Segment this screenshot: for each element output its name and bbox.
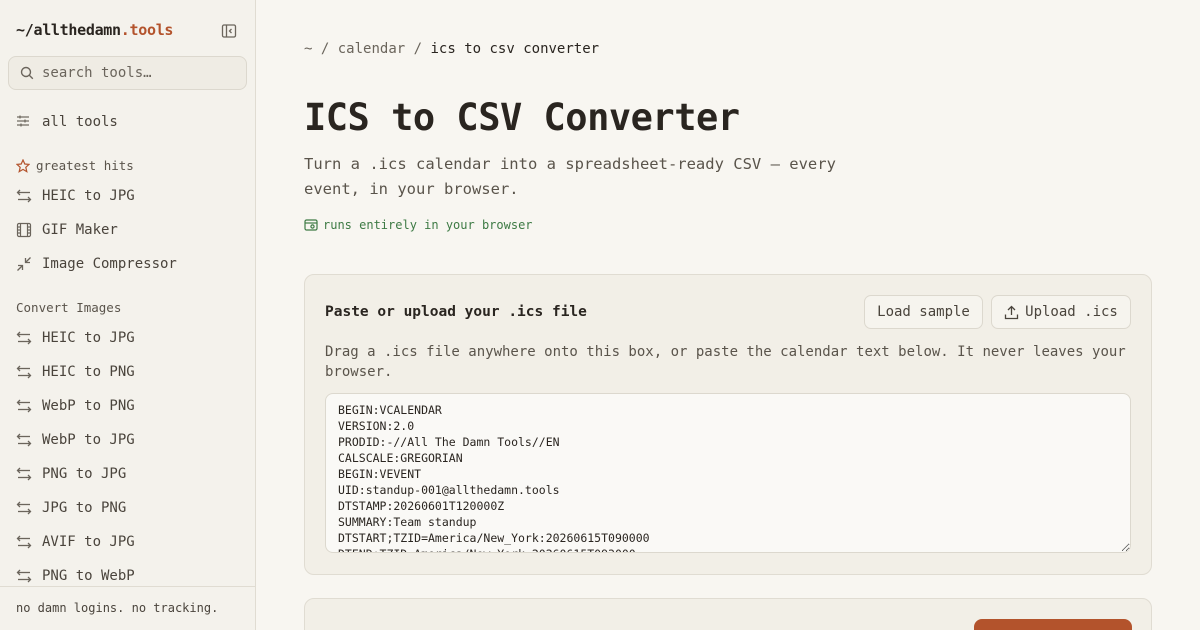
nav-heic-to-jpg[interactable]: HEIC to JPG	[16, 326, 135, 350]
breadcrumb-current: ics to csv converter	[430, 41, 600, 57]
ics-input-title: Paste or upload your .ics file	[325, 304, 587, 320]
convert-arrows-icon	[16, 398, 32, 414]
nav-all-tools[interactable]: all tools	[16, 110, 118, 134]
convert-arrows-icon	[16, 534, 32, 550]
breadcrumb-separator: /	[320, 41, 330, 57]
nav-webp-to-png[interactable]: WebP to PNG	[16, 394, 135, 418]
page-title: ICS to CSV Converter	[304, 96, 740, 139]
nav-hit-heic-to-jpg[interactable]: HEIC to JPG	[16, 184, 135, 208]
sidebar: ~/allthedamn.tools all tools greatest hi…	[0, 0, 256, 630]
ics-textarea[interactable]: BEGIN:VCALENDAR VERSION:2.0 PRODID:-//Al…	[325, 393, 1131, 553]
search-icon	[20, 66, 34, 80]
convert-arrows-icon	[16, 466, 32, 482]
nav-hit-gif-maker[interactable]: GIF Maker	[16, 218, 118, 242]
search-box[interactable]	[8, 56, 247, 90]
search-input[interactable]	[42, 65, 232, 81]
breadcrumb-separator: /	[413, 41, 423, 57]
collapse-sidebar-button[interactable]	[218, 20, 240, 42]
convert-arrows-icon	[16, 330, 32, 346]
logo-row: ~/allthedamn.tools	[16, 20, 240, 42]
convert-arrows-icon	[16, 188, 32, 204]
sidebar-footer: no damn logins. no tracking.	[0, 586, 255, 630]
nav-hit-image-compressor[interactable]: Image Compressor	[16, 252, 177, 276]
nav-jpg-to-png[interactable]: JPG to PNG	[16, 496, 126, 520]
runs-in-browser-badge: runs entirely in your browser	[304, 218, 533, 232]
browser-shield-icon	[304, 218, 318, 232]
ics-input-card: Paste or upload your .ics file Load samp…	[304, 274, 1152, 575]
convert-arrows-icon	[16, 500, 32, 516]
nav-avif-to-jpg[interactable]: AVIF to JPG	[16, 530, 135, 554]
upload-ics-button[interactable]: Upload .ics	[991, 295, 1131, 329]
convert-arrows-icon	[16, 432, 32, 448]
convert-arrows-icon	[16, 364, 32, 380]
nav-webp-to-jpg[interactable]: WebP to JPG	[16, 428, 135, 452]
nav-png-to-webp[interactable]: PNG to WebP	[16, 564, 135, 588]
convert-arrows-icon	[16, 568, 32, 584]
ics-input-hint: Drag a .ics file anywhere onto this box,…	[325, 344, 1126, 380]
nav-heic-to-png[interactable]: HEIC to PNG	[16, 360, 135, 384]
site-logo[interactable]: ~/allthedamn.tools	[16, 21, 173, 39]
breadcrumb-home[interactable]: ~	[304, 41, 312, 57]
load-sample-button[interactable]: Load sample	[864, 295, 983, 329]
page-subtitle: Turn a .ics calendar into a spreadsheet-…	[304, 155, 836, 198]
breadcrumb-calendar[interactable]: calendar	[338, 41, 405, 57]
compress-icon	[16, 256, 32, 272]
sliders-icon	[16, 114, 32, 130]
nav-all-tools-label: all tools	[42, 114, 118, 130]
section-convert-images: Convert Images	[16, 300, 122, 315]
section-greatest-hits: greatest hits	[16, 158, 134, 173]
convert-button[interactable]	[974, 619, 1132, 630]
star-icon	[16, 158, 30, 173]
csv-output-card	[304, 598, 1152, 630]
nav-png-to-jpg[interactable]: PNG to JPG	[16, 462, 126, 486]
sidebar-collapse-icon	[221, 24, 237, 38]
upload-icon	[1004, 305, 1019, 320]
breadcrumb: ~ / calendar / ics to csv converter	[304, 41, 599, 57]
film-icon	[16, 222, 32, 238]
